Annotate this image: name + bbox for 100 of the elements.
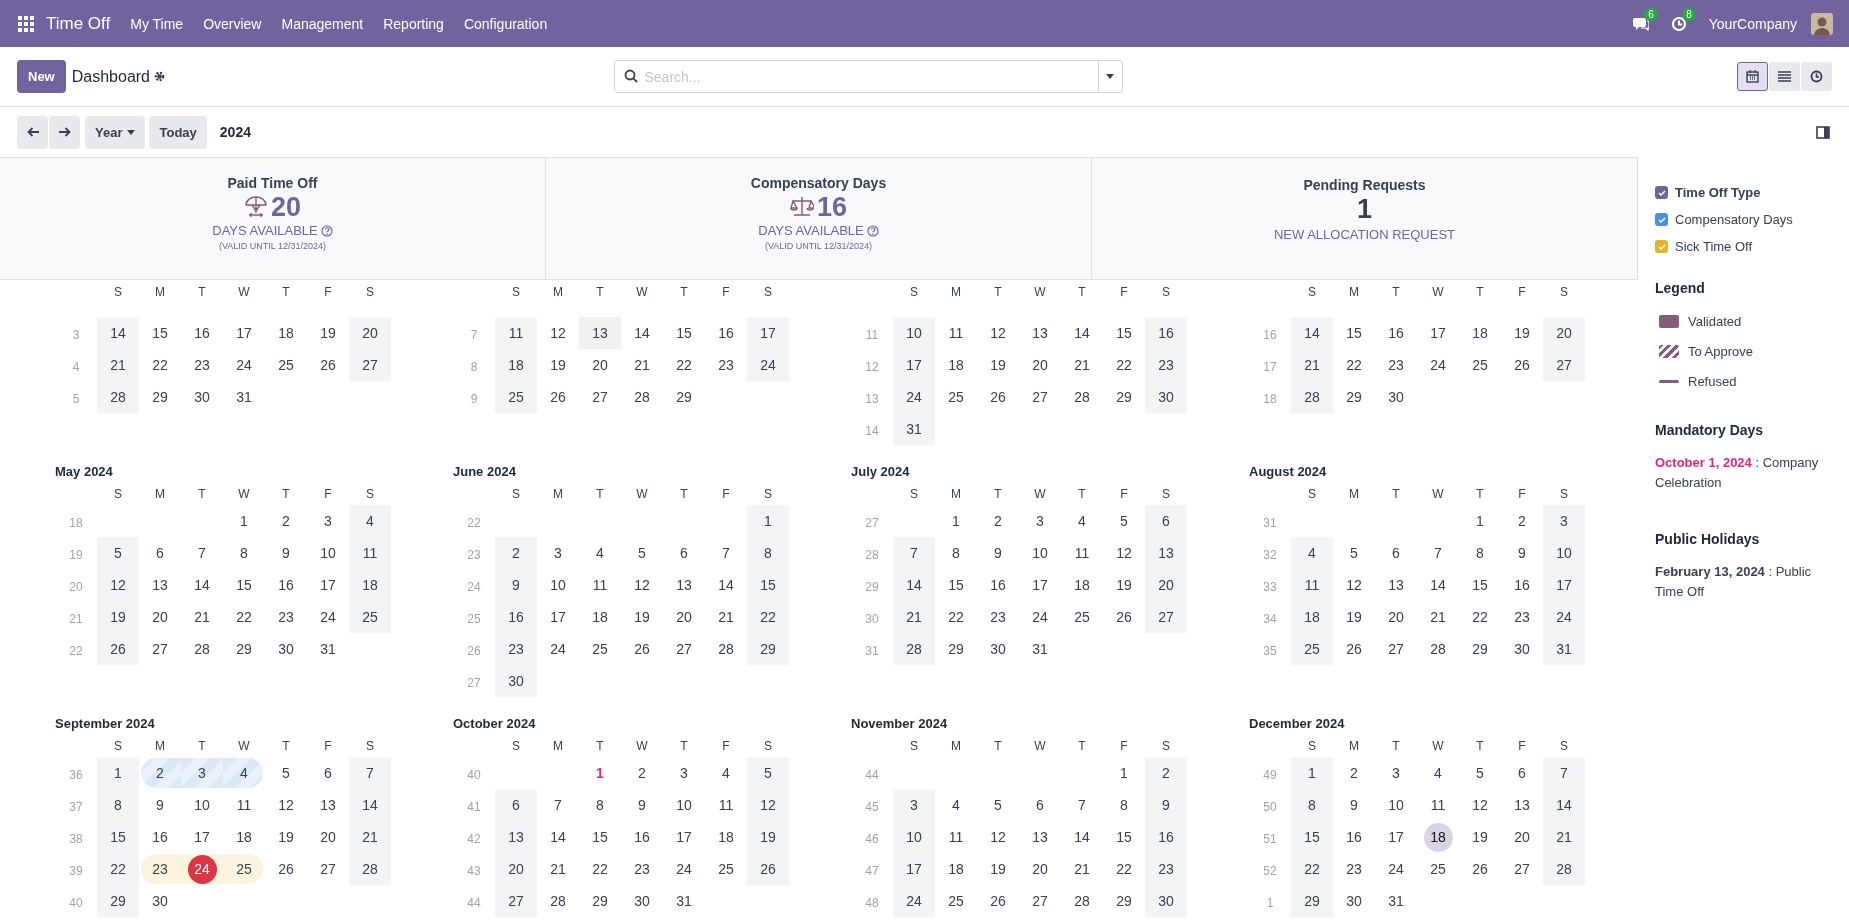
calendar-day[interactable]: 19 bbox=[983, 350, 1013, 380]
view-switch-button[interactable] bbox=[1801, 62, 1832, 91]
calendar-day[interactable]: 1 bbox=[1465, 506, 1495, 536]
help-icon[interactable] bbox=[866, 224, 879, 237]
filter-checkbox[interactable] bbox=[1655, 186, 1668, 199]
calendar-day[interactable]: 17 bbox=[1381, 822, 1411, 852]
calendar-day[interactable]: 20 bbox=[313, 822, 343, 852]
calendar-day[interactable]: 6 bbox=[1507, 758, 1537, 788]
calendar-day[interactable]: 24 bbox=[313, 602, 343, 632]
clock-icon[interactable] bbox=[1670, 15, 1687, 32]
calendar-day[interactable]: 7 bbox=[1067, 790, 1097, 820]
calendar-day[interactable]: 10 bbox=[543, 570, 573, 600]
calendar-day[interactable]: 15 bbox=[1339, 318, 1369, 348]
calendar-day[interactable]: 9 bbox=[1339, 790, 1369, 820]
calendar-day[interactable]: 9 bbox=[627, 790, 657, 820]
calendar-day[interactable]: 27 bbox=[1507, 854, 1537, 884]
calendar-day[interactable]: 16 bbox=[1381, 318, 1411, 348]
calendar-day[interactable]: 10 bbox=[669, 790, 699, 820]
calendar-day[interactable]: 26 bbox=[627, 634, 657, 664]
calendar-day[interactable]: 13 bbox=[585, 318, 615, 348]
today-button[interactable]: Today bbox=[149, 115, 207, 149]
calendar-day[interactable]: 14 bbox=[627, 318, 657, 348]
calendar-day[interactable]: 26 bbox=[983, 382, 1013, 412]
calendar-day[interactable]: 20 bbox=[1025, 854, 1055, 884]
calendar-day[interactable]: 26 bbox=[983, 886, 1013, 916]
menu-item[interactable]: Configuration bbox=[463, 15, 548, 32]
calendar-day[interactable]: 14 bbox=[543, 822, 573, 852]
calendar-day[interactable]: 9 bbox=[1507, 538, 1537, 568]
calendar-day[interactable]: 10 bbox=[1025, 538, 1055, 568]
filter-checkbox[interactable] bbox=[1655, 240, 1668, 253]
avatar-icon[interactable] bbox=[1811, 12, 1833, 35]
calendar-day[interactable]: 20 bbox=[1507, 822, 1537, 852]
calendar-day[interactable]: 19 bbox=[1507, 318, 1537, 348]
calendar-day[interactable]: 26 bbox=[313, 350, 343, 380]
view-switch-button[interactable] bbox=[1737, 62, 1768, 91]
calendar-day[interactable]: 29 bbox=[229, 634, 259, 664]
calendar-day[interactable]: 3 bbox=[669, 758, 699, 788]
calendar-day[interactable]: 5 bbox=[271, 758, 301, 788]
calendar-day[interactable]: 17 bbox=[229, 318, 259, 348]
calendar-day[interactable]: 21 bbox=[711, 602, 741, 632]
menu-item[interactable]: My Time bbox=[130, 15, 184, 32]
calendar-day[interactable]: 1 bbox=[229, 506, 259, 536]
calendar-day[interactable]: 26 bbox=[271, 854, 301, 884]
calendar-day[interactable]: 25 bbox=[1423, 854, 1453, 884]
calendar-day[interactable]: 30 bbox=[627, 886, 657, 916]
calendar-day[interactable]: 14 bbox=[711, 570, 741, 600]
calendar-day[interactable]: 28 bbox=[1067, 886, 1097, 916]
calendar-day[interactable]: 18 bbox=[1465, 318, 1495, 348]
days-available-label[interactable]: DAYS AVAILABLE bbox=[212, 223, 318, 238]
calendar-day[interactable]: 11 bbox=[941, 822, 971, 852]
calendar-day[interactable]: 3 bbox=[1025, 506, 1055, 536]
calendar-day[interactable]: 18 bbox=[941, 854, 971, 884]
calendar-day[interactable]: 1 bbox=[1109, 758, 1139, 788]
calendar-day[interactable]: 12 bbox=[543, 318, 573, 348]
calendar-day[interactable]: 9 bbox=[983, 538, 1013, 568]
calendar-day[interactable]: 30 bbox=[1507, 634, 1537, 664]
calendar-day[interactable]: 23 bbox=[983, 602, 1013, 632]
calendar-day[interactable]: 8 bbox=[941, 538, 971, 568]
calendar-day[interactable]: 25 bbox=[1067, 602, 1097, 632]
calendar-day[interactable]: 16 bbox=[271, 570, 301, 600]
calendar-day[interactable]: 4 bbox=[941, 790, 971, 820]
calendar-day[interactable]: 6 bbox=[1381, 538, 1411, 568]
calendar-day[interactable]: 24 bbox=[1025, 602, 1055, 632]
calendar-day[interactable]: 22 bbox=[145, 350, 175, 380]
calendar-day[interactable]: 6 bbox=[1025, 790, 1055, 820]
calendar-day[interactable]: 29 bbox=[1465, 634, 1495, 664]
calendar-day[interactable]: 11 bbox=[941, 318, 971, 348]
calendar-day[interactable]: 23 bbox=[145, 854, 175, 884]
calendar-day[interactable]: 5 bbox=[983, 790, 1013, 820]
calendar-day[interactable]: 2 bbox=[145, 758, 175, 788]
calendar-day[interactable]: 4 bbox=[229, 758, 259, 788]
calendar-day[interactable]: 26 bbox=[1339, 634, 1369, 664]
calendar-day[interactable]: 20 bbox=[585, 350, 615, 380]
calendar-day[interactable]: 24 bbox=[229, 350, 259, 380]
calendar-day[interactable]: 29 bbox=[1339, 382, 1369, 412]
calendar-day[interactable]: 8 bbox=[585, 790, 615, 820]
calendar-day[interactable]: 18 bbox=[711, 822, 741, 852]
calendar-day[interactable]: 25 bbox=[711, 854, 741, 884]
calendar-day[interactable]: 14 bbox=[1423, 570, 1453, 600]
calendar-day[interactable]: 18 bbox=[229, 822, 259, 852]
calendar-day[interactable]: 7 bbox=[543, 790, 573, 820]
calendar-day[interactable]: 21 bbox=[1067, 854, 1097, 884]
calendar-day[interactable]: 21 bbox=[1067, 350, 1097, 380]
previous-button[interactable] bbox=[17, 115, 48, 149]
calendar-day[interactable]: 4 bbox=[1067, 506, 1097, 536]
calendar-day[interactable]: 16 bbox=[627, 822, 657, 852]
calendar-day[interactable]: 24 bbox=[1423, 350, 1453, 380]
calendar-day[interactable]: 25 bbox=[229, 854, 259, 884]
calendar-day[interactable]: 13 bbox=[1507, 790, 1537, 820]
calendar-day[interactable]: 23 bbox=[1381, 350, 1411, 380]
calendar-day[interactable]: 31 bbox=[669, 886, 699, 916]
calendar-day[interactable]: 28 bbox=[711, 634, 741, 664]
calendar-day[interactable]: 8 bbox=[229, 538, 259, 568]
filter-checkbox[interactable] bbox=[1655, 213, 1668, 226]
apps-menu-icon[interactable] bbox=[18, 15, 34, 32]
calendar-day[interactable]: 27 bbox=[1025, 382, 1055, 412]
calendar-day[interactable]: 12 bbox=[1339, 570, 1369, 600]
calendar-day[interactable]: 5 bbox=[1465, 758, 1495, 788]
calendar-day[interactable]: 8 bbox=[1109, 790, 1139, 820]
calendar-day[interactable]: 22 bbox=[1339, 350, 1369, 380]
